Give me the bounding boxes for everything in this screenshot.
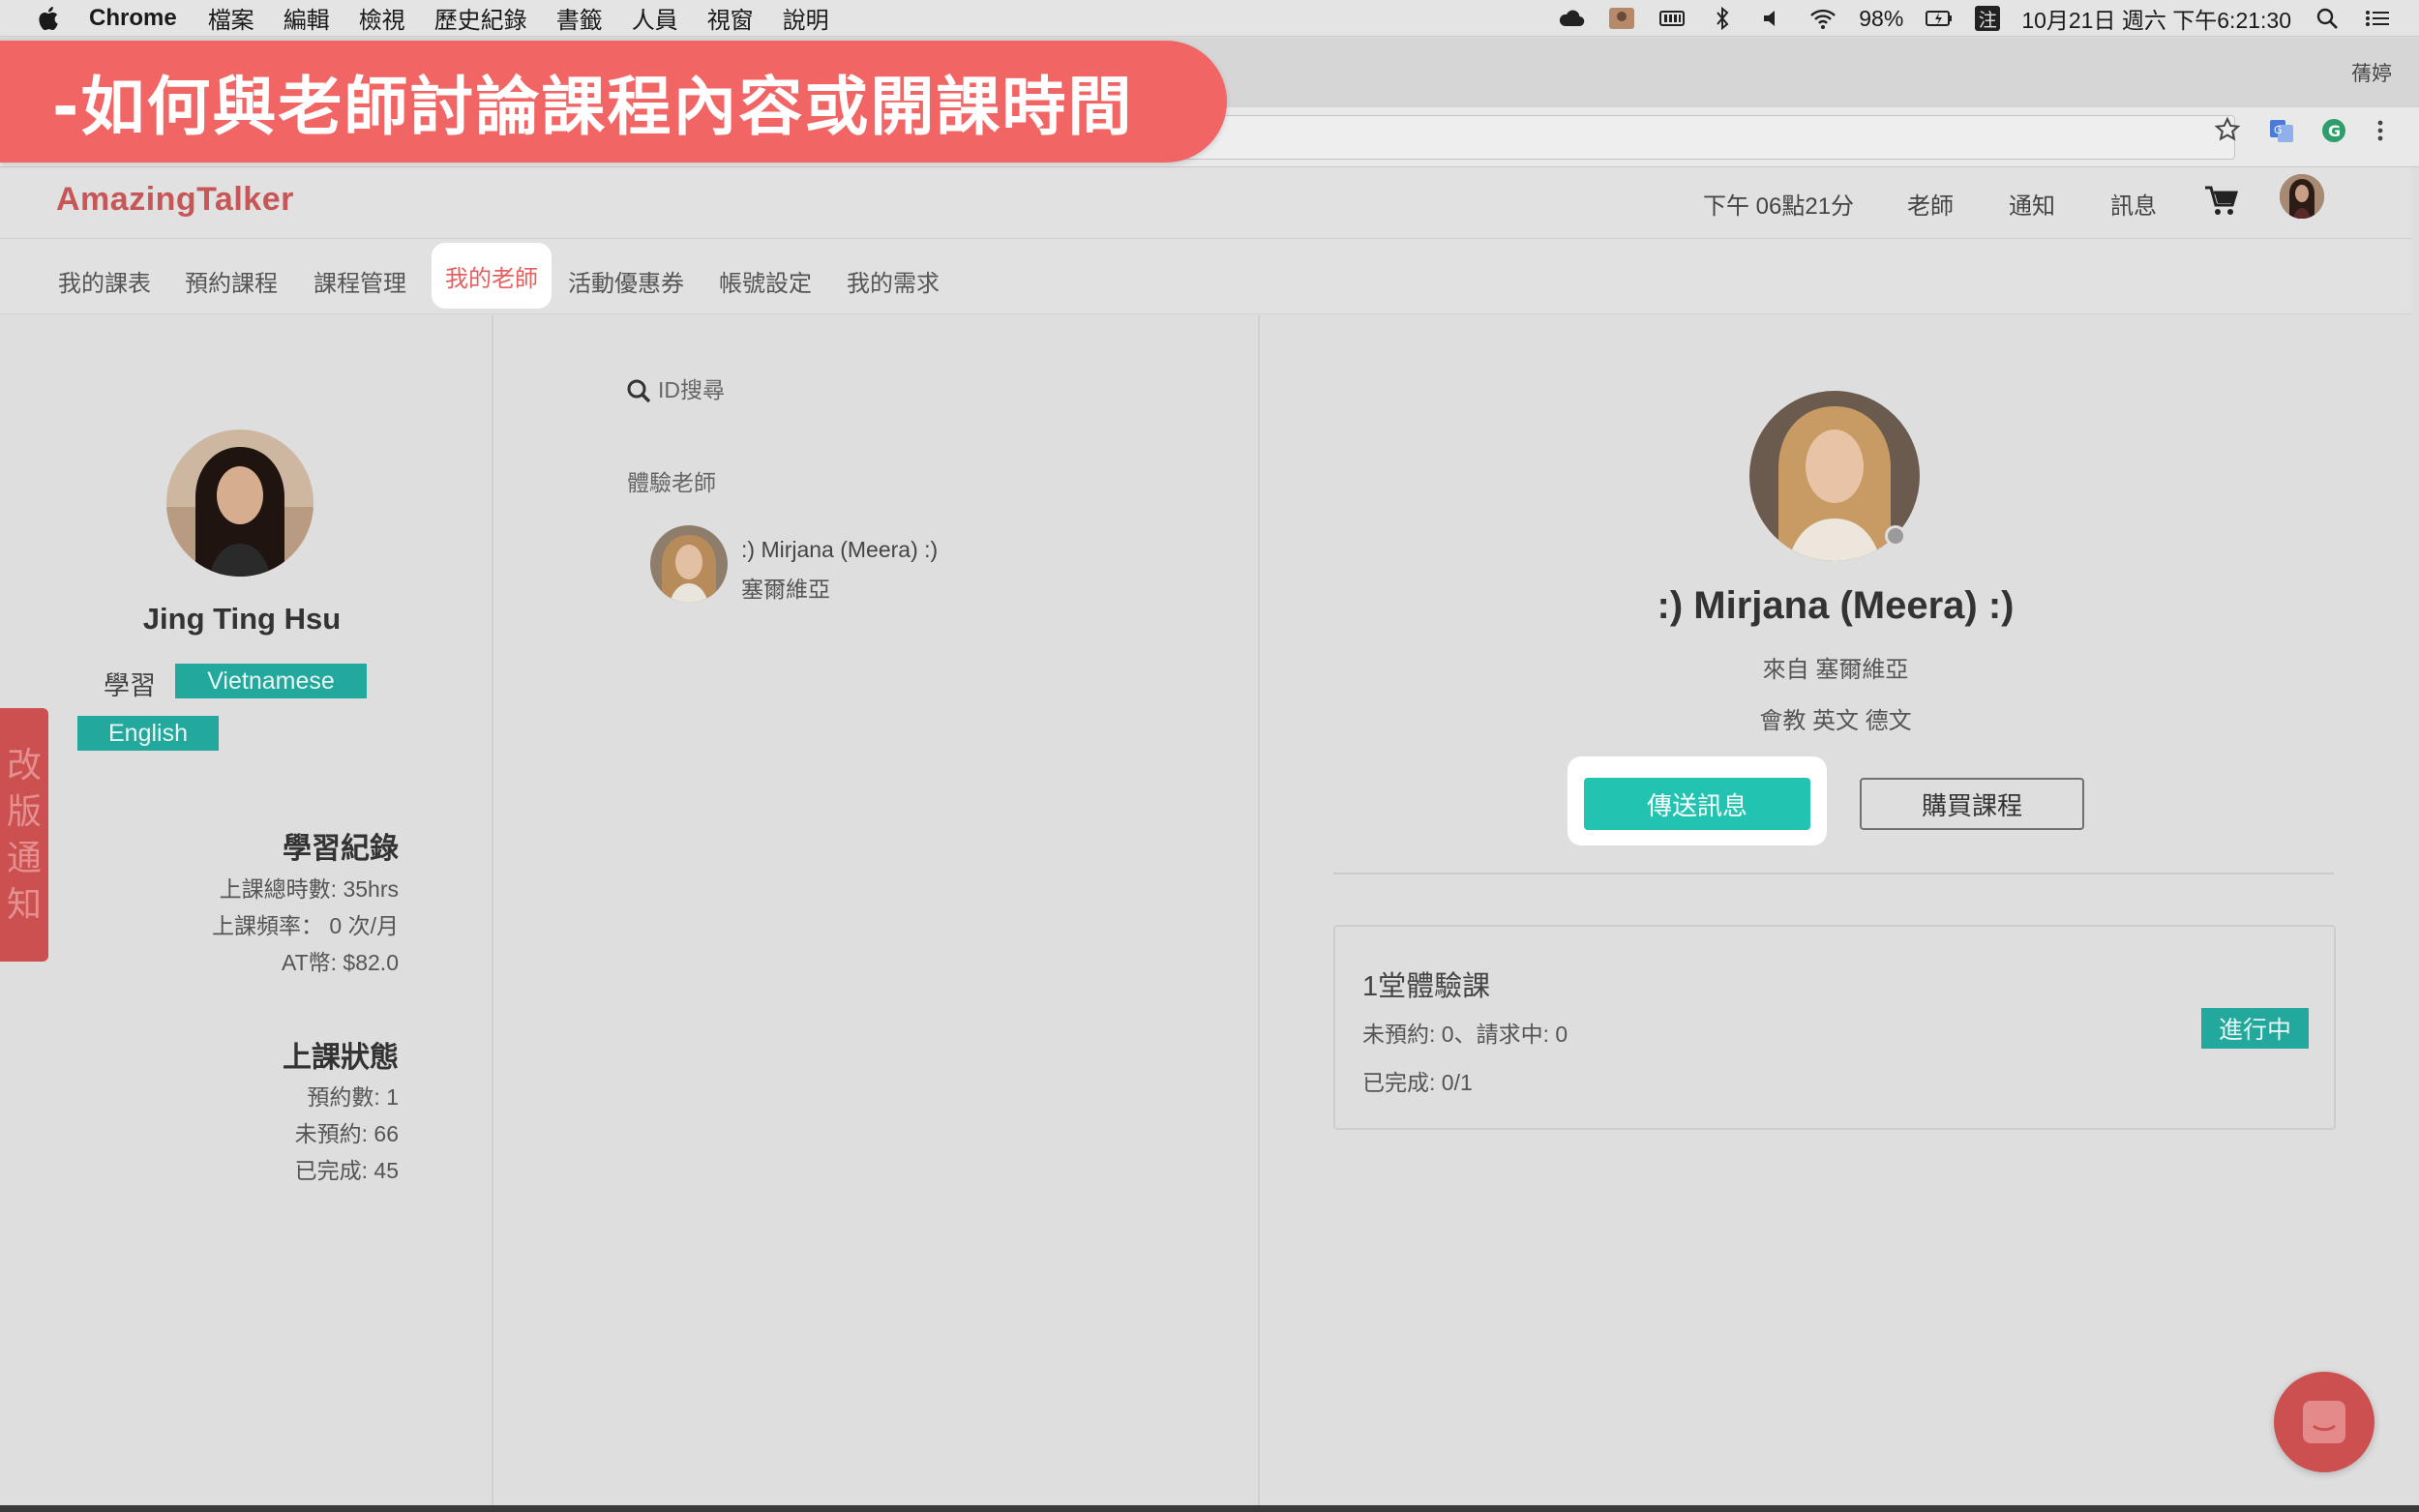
teacher-list-name: :) Mirjana (Meera) :) — [741, 537, 939, 562]
teacher-name: :) Mirjana (Meera) :) — [1657, 584, 2015, 627]
menubar-datetime[interactable]: 10月21日 週六 下午6:21:30 — [2021, 2, 2291, 35]
translate-extension-icon[interactable]: G — [2268, 117, 2295, 144]
chat-icon — [2303, 1401, 2345, 1443]
update-notice-tab[interactable]: 改 版 通 知 — [0, 708, 48, 962]
record-at-coins: AT幣: $82.0 — [281, 950, 399, 975]
subnav-account-settings[interactable]: 帳號設定 — [719, 264, 812, 298]
subnav-book-course[interactable]: 預約課程 — [185, 264, 278, 298]
learning-label: 學習 — [104, 671, 156, 700]
side-tab-char: 知 — [6, 884, 42, 924]
header-teacher-link[interactable]: 老師 — [1907, 187, 1954, 221]
subnav-course-management[interactable]: 課程管理 — [314, 264, 406, 298]
teacher-list-country: 塞爾維亞 — [741, 577, 830, 602]
subnav-my-teachers[interactable]: 我的老師 — [432, 243, 552, 309]
site-logo[interactable]: AmazingTalker — [56, 181, 294, 219]
address-bar[interactable] — [1161, 115, 2235, 160]
tutorial-title: -如何與老師討論課程內容或開課時間 — [52, 70, 1134, 144]
teacher-list-panel — [493, 315, 1260, 1505]
detail-divider — [1333, 873, 2334, 875]
menu-people[interactable]: 人員 — [632, 1, 678, 35]
notification-center-icon[interactable] — [2363, 6, 2392, 31]
chat-launcher-button[interactable] — [2274, 1372, 2374, 1472]
online-status-indicator — [1885, 525, 1906, 547]
grammarly-extension-icon[interactable]: G — [2320, 117, 2347, 144]
buy-course-button[interactable]: 購買課程 — [1860, 778, 2084, 830]
dock-edge — [0, 1505, 2419, 1512]
trial-teachers-label: 體驗老師 — [627, 470, 716, 495]
menu-file[interactable]: 檔案 — [208, 1, 254, 35]
svg-text:G: G — [2328, 122, 2341, 140]
class-status-title: 上課狀態 — [283, 1042, 399, 1074]
menu-edit[interactable]: 編輯 — [284, 1, 330, 35]
svg-text:G: G — [2274, 124, 2283, 136]
menu-window[interactable]: 視窗 — [707, 1, 754, 35]
menu-help[interactable]: 說明 — [783, 1, 829, 35]
status-completed: 已完成: 45 — [294, 1158, 399, 1183]
record-total-hours: 上課總時數: 35hrs — [219, 876, 399, 902]
send-message-button[interactable]: 傳送訊息 — [1584, 778, 1810, 830]
tutorial-title-banner: -如何與老師討論課程內容或開課時間 — [0, 41, 1227, 163]
course-title: 1堂體驗課 — [1362, 971, 1491, 1002]
menu-history[interactable]: 歷史紀錄 — [434, 1, 527, 35]
subnav-coupons[interactable]: 活動優惠券 — [568, 264, 684, 298]
record-frequency: 上課頻率： 0 次/月 — [212, 913, 399, 938]
header-messages-link[interactable]: 訊息 — [2110, 187, 2157, 221]
profile-name: Jing Ting Hsu — [142, 602, 342, 636]
header-notifications-link[interactable]: 通知 — [2009, 187, 2055, 221]
user-avatar[interactable] — [2280, 174, 2324, 219]
menu-view[interactable]: 檢視 — [359, 1, 405, 35]
course-completed: 已完成: 0/1 — [1362, 1070, 1473, 1095]
teacher-list-avatar — [650, 525, 728, 603]
apple-icon[interactable] — [35, 5, 60, 32]
menu-app-chrome[interactable]: Chrome — [89, 5, 177, 32]
input-method-badge[interactable]: 注 — [1975, 6, 2001, 31]
shopping-cart-icon[interactable] — [2202, 182, 2239, 219]
battery-icon[interactable] — [1925, 6, 1954, 31]
side-tab-char: 版 — [6, 791, 42, 831]
wifi-icon[interactable] — [1808, 6, 1837, 31]
menu-bookmarks[interactable]: 書籤 — [556, 1, 603, 35]
subnav-my-schedule[interactable]: 我的課表 — [58, 264, 151, 298]
cloud-icon[interactable] — [1557, 6, 1586, 31]
header-time: 下午 06點21分 — [1703, 193, 1855, 220]
chrome-profile-name[interactable]: 蒨婷 — [2351, 58, 2392, 87]
language-tag-english: English — [77, 716, 219, 751]
volume-icon[interactable] — [1758, 6, 1787, 31]
language-tag-vietnamese: Vietnamese — [175, 664, 367, 698]
status-unbooked: 未預約: 66 — [294, 1121, 399, 1146]
app-thumbnail-icon[interactable] — [1607, 6, 1636, 31]
chrome-menu-icon[interactable] — [2367, 117, 2394, 144]
site-header: AmazingTalker 下午 06點21分 老師 通知 訊息 — [0, 167, 2411, 239]
teacher-languages: 會教 英文 德文 — [1759, 708, 1912, 734]
sub-navigation: 我的課表 預約課程 課程管理 活動優惠券 帳號設定 我的需求 — [0, 239, 2411, 314]
side-tab-char: 改 — [6, 745, 42, 785]
battery-percent: 98% — [1859, 5, 1904, 31]
bookmark-star-icon[interactable] — [2214, 116, 2241, 143]
memory-icon[interactable] — [1657, 6, 1687, 31]
bluetooth-icon[interactable] — [1708, 6, 1737, 31]
course-unbooked: 未預約: 0、請求中: 0 — [1362, 1022, 1568, 1047]
teacher-id-search-input[interactable] — [658, 373, 948, 406]
teacher-list-item[interactable]: :) Mirjana (Meera) :) 塞爾維亞 — [646, 522, 1188, 609]
macos-menu-bar: Chrome 檔案 編輯 檢視 歷史紀錄 書籤 人員 視窗 說明 98% 注 1… — [0, 0, 2419, 37]
course-status-badge: 進行中 — [2201, 1008, 2309, 1049]
side-tab-char: 通 — [6, 838, 42, 877]
search-icon — [627, 379, 651, 403]
learning-record-title: 學習紀錄 — [283, 833, 399, 865]
status-booked: 預約數: 1 — [307, 1084, 399, 1110]
profile-avatar — [166, 430, 314, 577]
subnav-my-needs[interactable]: 我的需求 — [847, 264, 940, 298]
teacher-origin: 來自 塞爾維亞 — [1762, 657, 1909, 683]
spotlight-search-icon[interactable] — [2313, 6, 2342, 31]
